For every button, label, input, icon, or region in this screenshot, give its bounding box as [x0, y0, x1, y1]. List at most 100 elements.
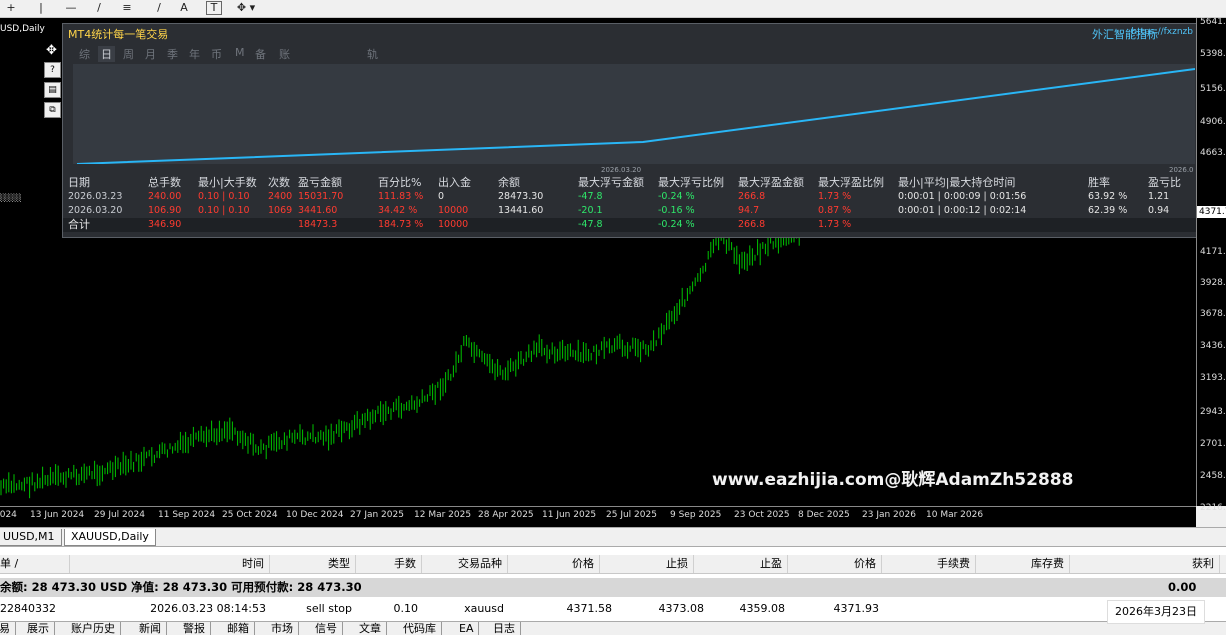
price-chart[interactable]: USD,Daily ░░░░ ✥ ? ▤ ⧉ MT4统计每一笔交易 外汇智能指标…	[0, 18, 1196, 506]
time-tick-label: 11 Sep 2024	[158, 510, 216, 520]
th-current-price[interactable]: 价格	[788, 555, 882, 573]
tab-market[interactable]: 市场	[266, 622, 299, 635]
equity-curve: 2026.03.20 2026.0	[73, 64, 1195, 174]
price-tick-label: 4663.8	[1200, 148, 1226, 158]
tab-journal[interactable]: 日志	[488, 622, 521, 635]
tab-day[interactable]: 日	[98, 46, 115, 62]
th-lots[interactable]: 手数	[356, 555, 422, 573]
move-icon[interactable]: ✥	[44, 44, 59, 58]
text-label-tool[interactable]: T	[206, 1, 222, 15]
chart-tab-xauusd-daily[interactable]: XAUUSD,Daily	[64, 529, 156, 546]
th-type[interactable]: 类型	[270, 555, 356, 573]
chart-symbol-label: USD,Daily	[0, 24, 45, 34]
th-swap[interactable]: 库存费	[976, 555, 1070, 573]
time-tick-label: 23 Jan 2026	[862, 510, 916, 520]
total-max-drawdown-pct: -0.24 %	[658, 219, 695, 230]
time-tick-label: 25 Jul 2025	[606, 510, 657, 520]
tab-trade[interactable]: 易	[0, 622, 16, 635]
time-tick-label: 11 Jun 2025	[542, 510, 597, 520]
tab-exposure[interactable]: 展示	[22, 622, 55, 635]
price-tick-label: 4906.3	[1200, 117, 1226, 127]
row-max-floating-profit-pct: 0.87 %	[818, 205, 852, 216]
indicator-label: ░░░░	[0, 194, 22, 202]
vertical-line-tool[interactable]: |	[36, 0, 46, 16]
col-max-floating-profit: 最大浮盈金额	[738, 176, 804, 189]
row-lots: 106.90	[148, 205, 182, 216]
col-win-rate: 胜率	[1088, 176, 1110, 189]
tab-month[interactable]: 月	[145, 46, 156, 62]
window-icon[interactable]: ⧉	[44, 102, 61, 118]
curve-date-end: 2026.0	[1169, 166, 1194, 174]
tab-year[interactable]: 年	[189, 46, 200, 62]
col-balance: 余额	[498, 176, 520, 189]
chart-window-tabs: UUSD,M1 XAUUSD,Daily	[0, 527, 1226, 546]
horizontal-line-tool[interactable]: —	[64, 0, 78, 16]
current-price-label: 4371.7	[1197, 206, 1226, 218]
tab-mailbox[interactable]: 邮箱	[222, 622, 255, 635]
time-tick-label: 10 Mar 2026	[926, 510, 984, 520]
price-tick-label: 2216.3	[1200, 503, 1226, 513]
row-max-drawdown: -20.1	[578, 205, 603, 216]
fibonacci-tool[interactable]: /	[152, 0, 166, 16]
order-type: sell stop	[306, 602, 352, 615]
price-tick-label: 3436.3	[1200, 341, 1226, 351]
tab-currency[interactable]: 币	[211, 46, 222, 62]
total-percent: 184.73 %	[378, 219, 424, 230]
order-ticket: 22840332	[0, 602, 56, 615]
tab-quarter[interactable]: 季	[167, 46, 178, 62]
tab-note[interactable]: 备	[255, 46, 266, 62]
price-tick-label: 5641.3	[1200, 17, 1226, 27]
row-hold-time: 0:00:01 | 0:00:09 | 0:01:56	[898, 191, 1027, 202]
stats-header-row: 日期 总手数 最小|大手数 次数 盈亏金额 百分比% 出入金 余额 最大浮亏金额…	[63, 176, 1196, 190]
time-tick-label: 28 Apr 2025	[478, 510, 534, 520]
th-symbol[interactable]: 交易品种	[422, 555, 508, 573]
order-row[interactable]: 22840332 2026.03.23 08:14:53 sell stop 0…	[0, 599, 1226, 618]
time-axis[interactable]: 2024 13 Jun 2024 29 Jul 2024 11 Sep 2024 25 …	[0, 506, 1196, 527]
terminal-panel: 单 / 时间 类型 手数 交易品种 价格 止损 止盈 价格 手续费 库存费 获利…	[0, 546, 1226, 635]
price-scale[interactable]: 5641.3 5398.8 5156.3 4906.3 4663.8 4371.7 4171…	[1196, 17, 1226, 513]
order-lots: 0.10	[393, 602, 419, 615]
tab-week[interactable]: 周	[123, 46, 134, 62]
stats-icon[interactable]: ▤	[44, 82, 61, 98]
help-icon[interactable]: ?	[44, 62, 61, 78]
row-date: 2026.03.23	[68, 191, 123, 202]
arrows-dropdown-icon[interactable]: ✥ ▾	[234, 0, 258, 16]
tab-code-base[interactable]: 代码库	[398, 622, 442, 635]
th-order[interactable]: 单 /	[0, 555, 70, 573]
row-balance: 13441.60	[498, 205, 544, 216]
row-max-drawdown: -47.8	[578, 191, 603, 202]
th-commission[interactable]: 手续费	[882, 555, 976, 573]
total-max-floating-profit: 266.8	[738, 219, 766, 230]
th-profit[interactable]: 获利	[1070, 555, 1220, 573]
channel-tool[interactable]: ≡	[120, 0, 134, 16]
tab-alerts[interactable]: 警报	[178, 622, 211, 635]
tab-signals[interactable]: 信号	[310, 622, 343, 635]
tab-summary[interactable]: 综	[79, 46, 90, 62]
price-tick-label: 5156.3	[1200, 84, 1226, 94]
trendline-tool[interactable]: /	[92, 0, 106, 16]
panel-url[interactable]: https://fxznzb	[1131, 27, 1193, 37]
time-tick-label: 23 Oct 2025	[734, 510, 790, 520]
time-tick-label: 13 Jun 2024	[30, 510, 85, 520]
text-tool[interactable]: A	[178, 0, 190, 16]
curve-date-start: 2026.03.20	[601, 166, 642, 174]
th-price[interactable]: 价格	[508, 555, 600, 573]
price-tick-label: 2943.8	[1200, 407, 1226, 417]
tab-articles[interactable]: 文章	[354, 622, 387, 635]
row-percent: 111.83 %	[378, 191, 424, 202]
order-symbol: xauusd	[464, 602, 504, 615]
time-tick-label: 2024	[0, 510, 17, 520]
total-max-drawdown: -47.8	[578, 219, 603, 230]
tab-news[interactable]: 新闻	[134, 622, 167, 635]
tab-experts[interactable]: EA	[454, 622, 480, 635]
chart-tab-uusd-m1[interactable]: UUSD,M1	[0, 529, 62, 546]
th-tp[interactable]: 止盈	[694, 555, 788, 573]
th-sl[interactable]: 止损	[600, 555, 694, 573]
row-win-rate: 63.92 %	[1088, 191, 1128, 202]
tab-account-history[interactable]: 账户历史	[66, 622, 121, 635]
time-tick-label: 12 Mar 2025	[414, 510, 472, 520]
th-time[interactable]: 时间	[70, 555, 270, 573]
crosshair-tool[interactable]: +	[4, 0, 18, 16]
col-pl-ratio: 盈亏比	[1148, 176, 1181, 189]
tab-magic[interactable]: M	[235, 46, 245, 59]
